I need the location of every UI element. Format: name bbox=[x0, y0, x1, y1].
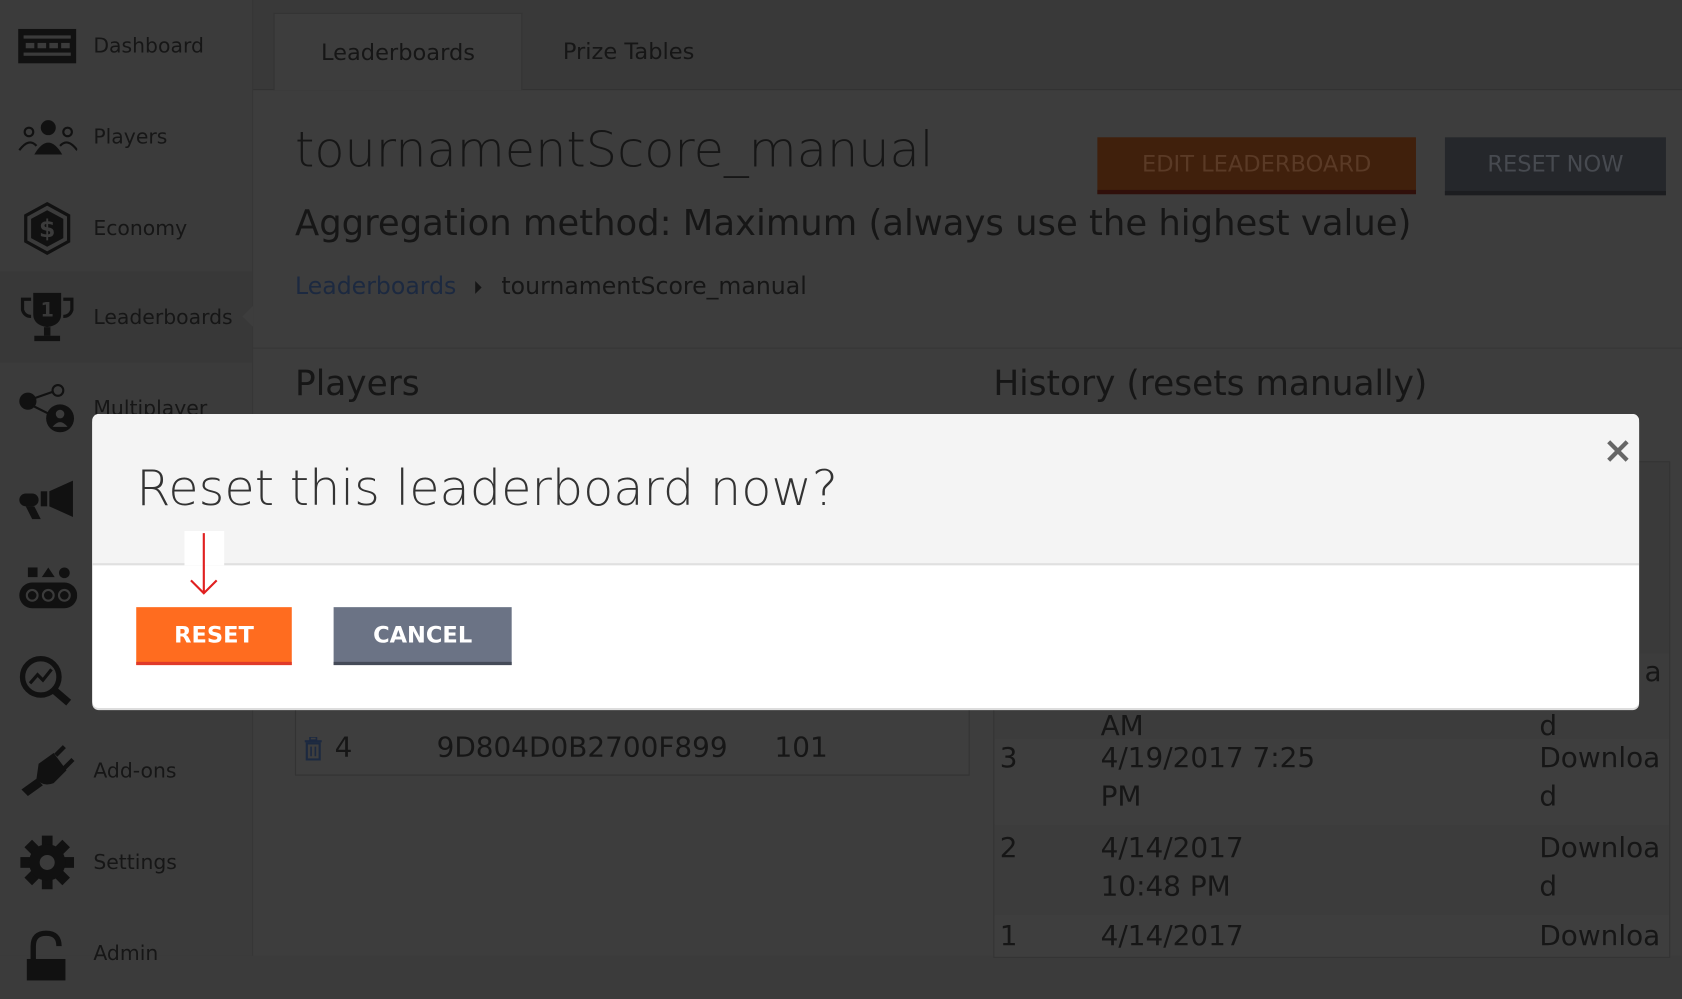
multiplayer-icon bbox=[17, 381, 77, 435]
history-num: 1 bbox=[999, 920, 1018, 953]
plug-icon bbox=[17, 744, 77, 798]
aggregation-method: Aggregation method: Maximum (always use … bbox=[294, 201, 1412, 244]
reset-confirm-modal: Reset this leaderboard now? × RESET CANC… bbox=[92, 414, 1640, 708]
download-link[interactable]: Downloa bbox=[1539, 829, 1660, 868]
players-heading: Players bbox=[294, 362, 420, 404]
download-link[interactable]: Downloa bbox=[1539, 917, 1660, 956]
history-num: 2 bbox=[999, 832, 1018, 865]
sidebar-item-label: Admin bbox=[93, 941, 159, 965]
divider bbox=[253, 347, 1682, 349]
sidebar-item-addons[interactable]: Add-ons bbox=[0, 725, 252, 816]
sidebar-item-dashboard[interactable]: Dashboard bbox=[0, 0, 252, 91]
player-id-link[interactable]: 9D804D0B2700F899 bbox=[437, 728, 728, 767]
table-row: 3 4/19/2017 7:25 PM Downloa d bbox=[994, 739, 1669, 825]
table-row: 4 9D804D0B2700F899 101 bbox=[296, 728, 969, 771]
edit-leaderboard-button[interactable]: EDIT LEADERBOARD bbox=[1097, 137, 1416, 195]
sidebar-item-label: Dashboard bbox=[93, 33, 204, 58]
page-title: tournamentScore_manual bbox=[294, 120, 934, 179]
svg-text:$: $ bbox=[39, 215, 55, 243]
dashboard-icon bbox=[17, 19, 77, 73]
players-icon bbox=[17, 110, 78, 164]
history-date: 4/19/2017 7:25 bbox=[1100, 742, 1316, 775]
breadcrumb-current: tournamentScore_manual bbox=[501, 273, 807, 301]
table-row: 2 4/14/2017 10:48 PM Downloa d bbox=[994, 824, 1670, 916]
player-score: 101 bbox=[774, 731, 828, 764]
history-date: AM bbox=[1100, 710, 1144, 743]
history-date: PM bbox=[1100, 780, 1142, 814]
tab-bar: Leaderboards Prize Tables bbox=[253, 0, 1682, 91]
reset-now-button[interactable]: RESET NOW bbox=[1444, 137, 1666, 196]
history-heading: History (resets manually) bbox=[993, 362, 1428, 404]
svg-text:1: 1 bbox=[40, 298, 53, 321]
history-num: 3 bbox=[999, 742, 1018, 775]
gear-icon bbox=[17, 835, 77, 889]
economy-icon: $ bbox=[17, 201, 77, 255]
reset-button[interactable]: RESET bbox=[136, 607, 292, 666]
tab-leaderboards[interactable]: Leaderboards bbox=[273, 12, 523, 91]
breadcrumb: Leaderboards tournamentScore_manual bbox=[295, 274, 807, 301]
lock-icon bbox=[17, 926, 77, 980]
content-icon bbox=[17, 564, 78, 618]
close-icon[interactable]: × bbox=[1603, 429, 1634, 472]
cancel-button[interactable]: CANCEL bbox=[333, 607, 512, 666]
history-date: 10:48 PM bbox=[1100, 871, 1231, 904]
download-link[interactable]: a bbox=[1644, 653, 1661, 692]
table-row: 1 4/14/2017 Downloa bbox=[994, 915, 1669, 957]
sidebar-item-players[interactable]: Players bbox=[0, 91, 252, 182]
analytics-icon bbox=[17, 653, 77, 707]
annotation-arrow-icon bbox=[190, 533, 218, 595]
history-date: 4/14/2017 bbox=[1100, 832, 1244, 865]
breadcrumb-leaderboards-link[interactable]: Leaderboards bbox=[295, 274, 456, 301]
modal-title: Reset this leaderboard now? bbox=[136, 459, 838, 518]
download-link[interactable]: Downloa bbox=[1539, 739, 1660, 778]
sidebar-item-economy[interactable]: $ Economy bbox=[0, 182, 252, 273]
download-link[interactable]: d bbox=[1539, 868, 1557, 907]
sidebar-item-label: Settings bbox=[93, 850, 177, 874]
sidebar-item-label: Economy bbox=[93, 216, 188, 240]
player-rank: 4 bbox=[334, 731, 353, 764]
megaphone-icon bbox=[17, 473, 77, 527]
sidebar-item-settings[interactable]: Settings bbox=[0, 816, 252, 907]
sidebar-item-admin[interactable]: Admin bbox=[0, 908, 252, 999]
trophy-icon: 1 bbox=[17, 290, 77, 344]
sidebar-item-label: Players bbox=[93, 124, 168, 149]
history-date: 4/14/2017 bbox=[1100, 920, 1244, 953]
sidebar-item-leaderboards[interactable]: 1 Leaderboards bbox=[0, 271, 254, 363]
trash-icon[interactable] bbox=[304, 736, 322, 765]
chevron-right-icon bbox=[475, 280, 483, 294]
download-link[interactable]: d bbox=[1539, 778, 1557, 817]
sidebar-item-label: Leaderboards bbox=[93, 305, 233, 329]
tab-prize-tables[interactable]: Prize Tables bbox=[532, 13, 725, 89]
active-pointer bbox=[242, 305, 254, 328]
sidebar-item-label: Add-ons bbox=[93, 758, 177, 783]
download-link[interactable]: d bbox=[1539, 712, 1557, 740]
